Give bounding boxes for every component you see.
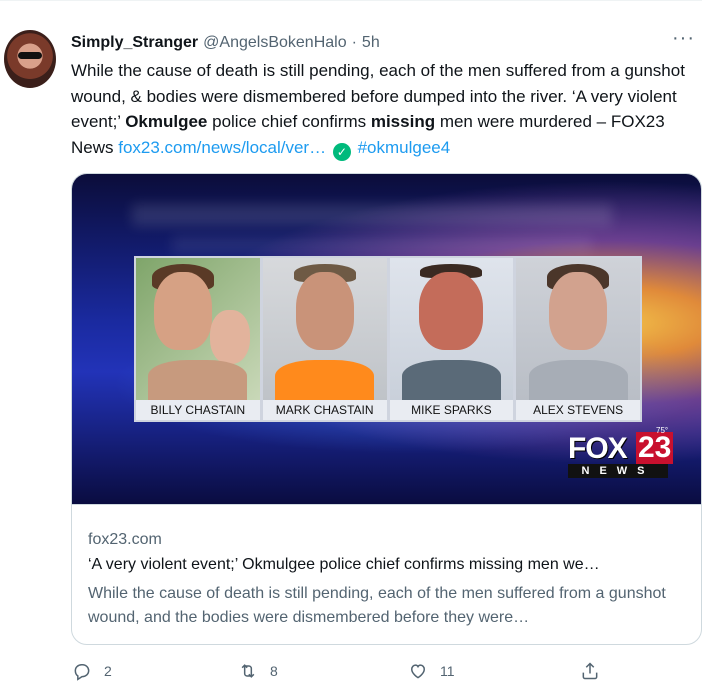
more-options-icon[interactable]: ···	[672, 28, 700, 53]
tweet-text-bold-okmulgee: Okmulgee	[125, 112, 208, 131]
avatar-sunglasses	[18, 52, 42, 59]
hashtag-link[interactable]: #okmulgee4	[358, 138, 451, 157]
avatar[interactable]	[4, 30, 56, 88]
author-handle[interactable]: @AngelsBokenHalo	[203, 34, 346, 52]
reply-icon	[74, 664, 90, 681]
card-description: While the cause of death is still pendin…	[88, 585, 666, 626]
photo-mark-chastain: MARK CHASTAIN	[262, 258, 387, 420]
card-domain: fox23.com	[88, 531, 162, 548]
logo-news: NEWS	[568, 464, 668, 478]
tweet-header: Simply_Stranger @AngelsBokenHalo · 5h	[71, 31, 380, 55]
like-button[interactable]: 11	[408, 661, 455, 681]
tweet-link[interactable]: fox23.com/news/local/ver…	[118, 138, 326, 157]
fox23-news-logo: FOX 23 75° NEWS	[568, 426, 674, 480]
card-info[interactable]: fox23.com ‘A very violent event;’ Okmulg…	[72, 504, 701, 644]
card-image[interactable]: BILLY CHASTAIN MARK CHASTAIN MIKE SPARKS…	[72, 174, 701, 504]
author-name[interactable]: Simply_Stranger	[71, 34, 198, 52]
logo-number: 23	[636, 431, 674, 464]
photo-label: MARK CHASTAIN	[262, 400, 387, 420]
check-mark-icon: ✓	[332, 142, 351, 161]
tweet-text: While the cause of death is still pendin…	[71, 58, 697, 161]
tweet-text-part2: police chief confirms	[207, 112, 371, 131]
reply-button[interactable]: 2	[72, 661, 112, 681]
heart-icon	[410, 664, 426, 679]
photo-label: BILLY CHASTAIN	[136, 400, 260, 420]
retweet-count: 8	[270, 663, 278, 679]
blurred-subheadline-background	[172, 236, 592, 254]
victim-photos: BILLY CHASTAIN MARK CHASTAIN MIKE SPARKS…	[134, 256, 642, 422]
logo-temperature: 75°	[656, 426, 669, 435]
photo-mike-sparks: MIKE SPARKS	[389, 258, 514, 420]
retweet-icon	[241, 664, 255, 678]
tweet-text-bold-missing: missing	[370, 112, 436, 131]
like-count: 11	[440, 663, 455, 679]
link-card[interactable]: BILLY CHASTAIN MARK CHASTAIN MIKE SPARKS…	[71, 173, 702, 645]
photo-label: ALEX STEVENS	[516, 400, 640, 420]
separator-dot: ·	[351, 34, 357, 51]
logo-fox: FOX	[568, 432, 628, 465]
blurred-headline-background	[132, 204, 612, 226]
tweet-actions: 2 8 11	[71, 661, 631, 687]
photo-billy-chastain: BILLY CHASTAIN	[136, 258, 260, 420]
share-button[interactable]	[580, 661, 600, 681]
tweet[interactable]: Simply_Stranger @AngelsBokenHalo · 5h ··…	[0, 0, 702, 692]
retweet-button[interactable]: 8	[238, 661, 278, 681]
card-title: ‘A very violent event;’ Okmulgee police …	[88, 556, 600, 573]
photo-alex-stevens: ALEX STEVENS	[516, 258, 640, 420]
photo-label: MIKE SPARKS	[389, 400, 514, 420]
share-icon	[582, 662, 598, 680]
reply-count: 2	[104, 663, 112, 679]
tweet-timestamp[interactable]: 5h	[362, 34, 380, 52]
